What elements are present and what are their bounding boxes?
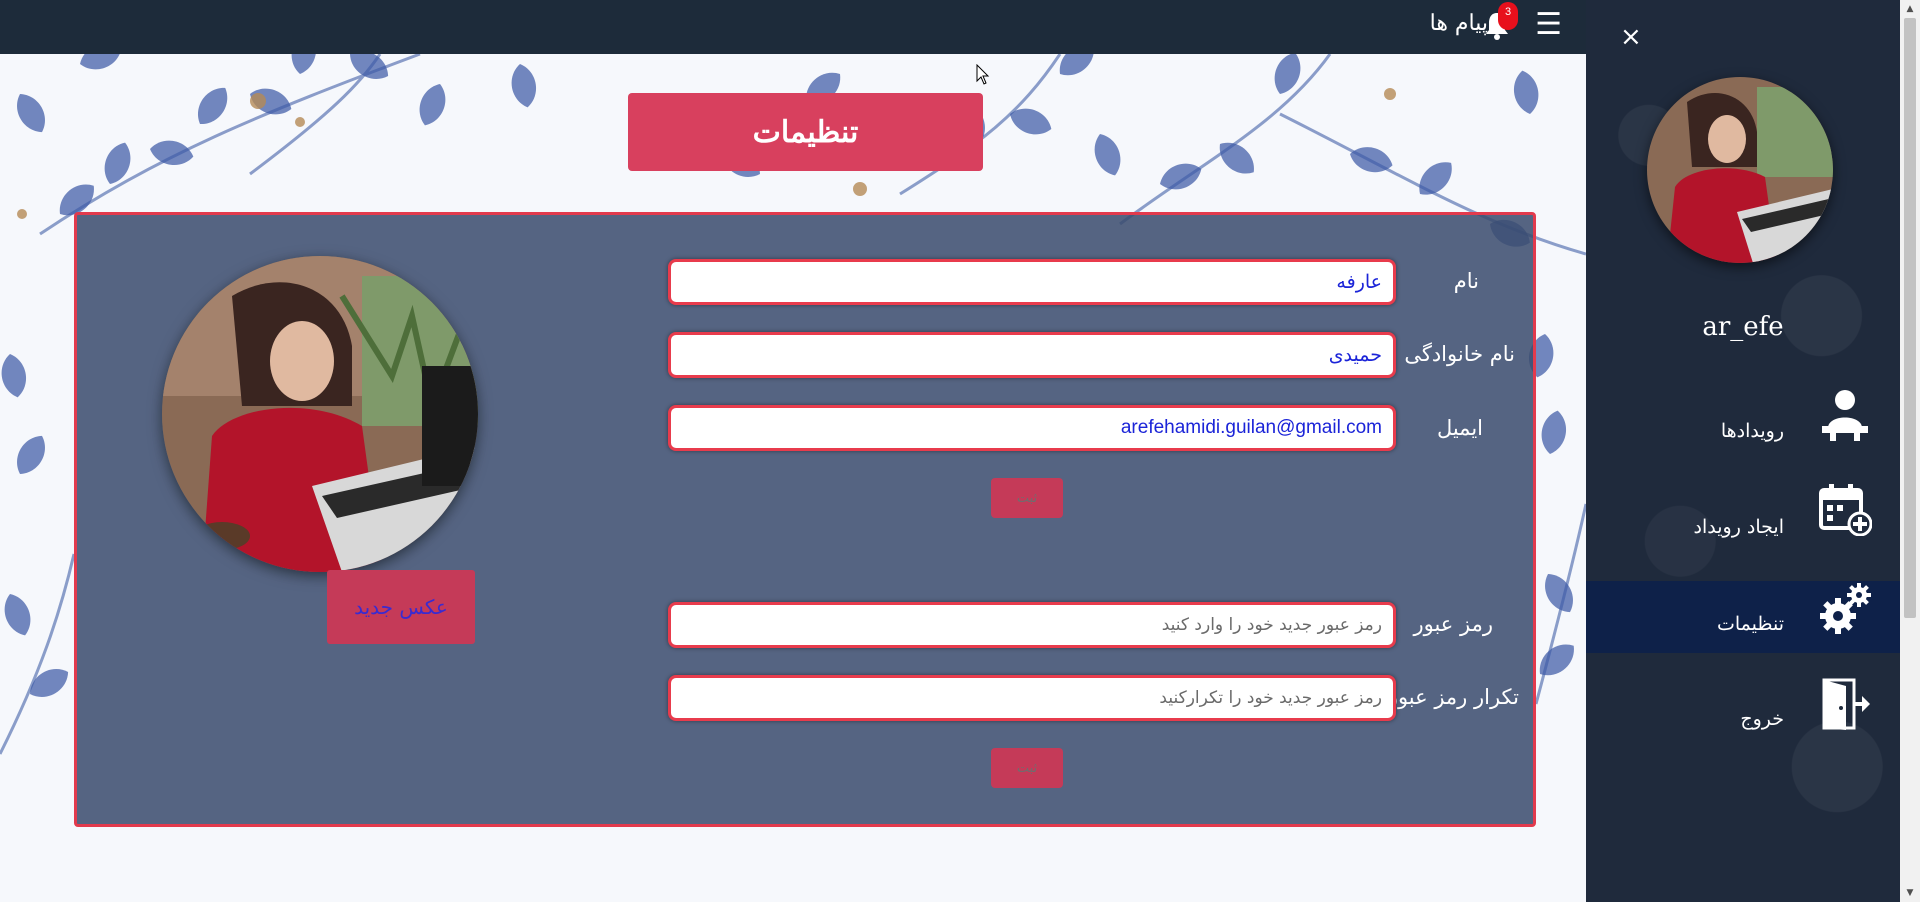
sidebar-avatar-image (1647, 77, 1833, 263)
email-input[interactable] (668, 405, 1396, 451)
user-desk-icon (1822, 390, 1868, 441)
sidebar-item-label: ایجاد رویداد (1693, 516, 1784, 538)
mouse-cursor-icon (976, 64, 990, 85)
profile-photo (162, 256, 478, 572)
sidebar-item-logout[interactable]: خروج (1586, 676, 1900, 748)
gears-icon (1820, 583, 1871, 634)
exit-door-icon (1822, 678, 1870, 730)
sidebar-item-label: خروج (1740, 708, 1784, 730)
sidebar-item-create-event[interactable]: ایجاد رویداد (1586, 480, 1900, 552)
sidebar-item-label: رویدادها (1720, 420, 1784, 442)
notifications-button[interactable]: 3 (1484, 2, 1518, 44)
sidebar-avatar (1647, 77, 1833, 263)
email-label: ایمیل (1436, 416, 1483, 440)
settings-panel: نام نام خانوادگی ایمیل ثبت رمز عبور تکرا… (74, 212, 1536, 827)
password-label: رمز عبور (1413, 612, 1493, 636)
scroll-thumb[interactable] (1904, 18, 1916, 618)
password-submit-button[interactable]: ثبت (991, 748, 1063, 788)
confirm-password-label: تکرار رمز عبور (1387, 685, 1519, 709)
new-photo-button[interactable]: عکس جدید (327, 570, 475, 644)
hamburger-menu-icon[interactable]: ☰ (1535, 8, 1562, 42)
page-scrollbar[interactable]: ▲ ▼ (1900, 0, 1920, 902)
calendar-add-icon (1819, 484, 1872, 536)
messages-link[interactable]: پیام ها (1430, 11, 1488, 36)
sidebar-item-events[interactable]: رویدادها (1586, 384, 1900, 456)
first-name-input[interactable] (668, 259, 1396, 305)
sidebar-item-settings[interactable]: تنظیمات (1586, 581, 1900, 653)
top-bar: ☰ 3 پیام ها (0, 0, 1586, 54)
scroll-up-arrow-icon[interactable]: ▲ (1900, 0, 1920, 18)
first-name-label: نام (1453, 269, 1479, 293)
profile-photo-image (162, 256, 478, 572)
sidebar: × ar_efe رویدادها ایجاد رویداد تنظیمات خ… (1586, 0, 1900, 902)
last-name-input[interactable] (668, 332, 1396, 378)
profile-submit-button[interactable]: ثبت (991, 478, 1063, 518)
sidebar-item-label: تنظیمات (1716, 613, 1784, 635)
close-icon[interactable]: × (1620, 22, 1642, 52)
notification-count-badge: 3 (1498, 2, 1518, 30)
scroll-down-arrow-icon[interactable]: ▼ (1900, 884, 1920, 902)
sidebar-username: ar_efe (1702, 312, 1784, 342)
password-input[interactable] (668, 602, 1396, 648)
page-title: تنظیمات (628, 93, 983, 171)
confirm-password-input[interactable] (668, 675, 1396, 721)
last-name-label: نام خانوادگی (1404, 342, 1515, 366)
